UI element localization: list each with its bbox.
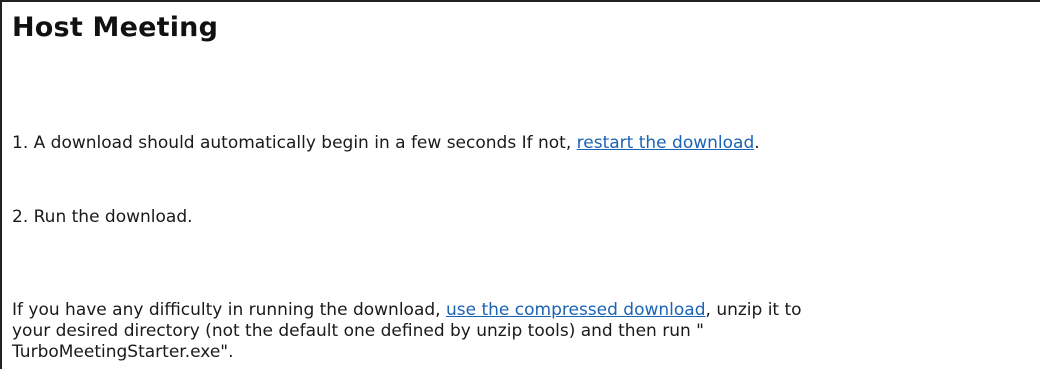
help-text-suffix: , unzip it to	[705, 300, 802, 320]
step-1-instruction: 1. A download should automatically begin…	[12, 133, 760, 154]
help-text-line-3: TurboMeetingStarter.exe".	[12, 342, 234, 362]
compressed-download-link[interactable]: use the compressed download	[446, 300, 706, 320]
step-1-suffix: .	[754, 133, 760, 153]
help-text-line-2: your desired directory (not the default …	[12, 321, 704, 341]
restart-download-link[interactable]: restart the download	[577, 133, 755, 153]
content-frame: Host Meeting 1. A download should automa…	[0, 0, 1040, 369]
help-text-prefix: If you have any difficulty in running th…	[12, 300, 446, 320]
page-title: Host Meeting	[12, 12, 219, 43]
step-1-text: 1. A download should automatically begin…	[12, 133, 577, 153]
help-paragraph: If you have any difficulty in running th…	[12, 300, 802, 363]
step-2-instruction: 2. Run the download.	[12, 207, 193, 227]
